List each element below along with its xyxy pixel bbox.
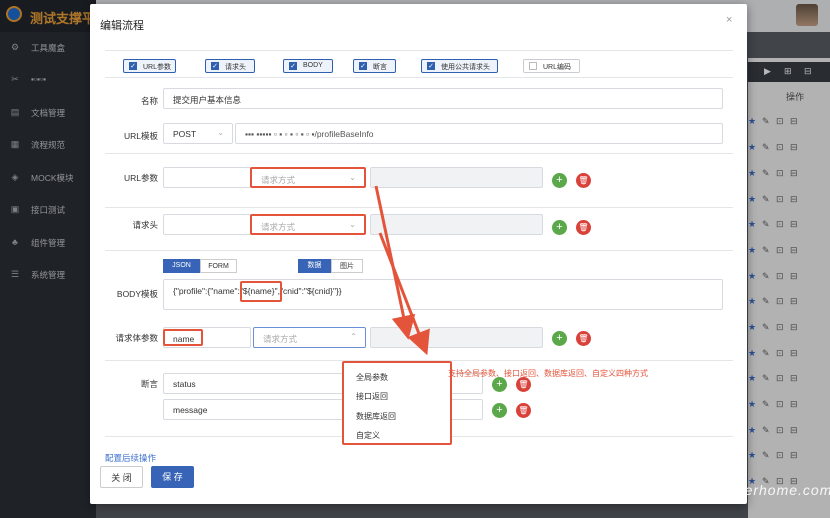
edit-flow-dialog: 编辑流程 × ✓ URL参数 ✓ 请求头 ✓ BODY ✓ 断言 ✓ 使用公共请求头 UR… (90, 4, 747, 504)
close-button[interactable]: 关 闭 (100, 466, 143, 488)
arrow (374, 185, 416, 340)
post-actions-link[interactable]: 配置后续操作 (105, 452, 156, 464)
save-button[interactable]: 保 存 (151, 466, 194, 488)
watermark: testerhome.com (718, 482, 830, 498)
arrow (378, 232, 430, 356)
annotation-arrows (374, 185, 430, 356)
